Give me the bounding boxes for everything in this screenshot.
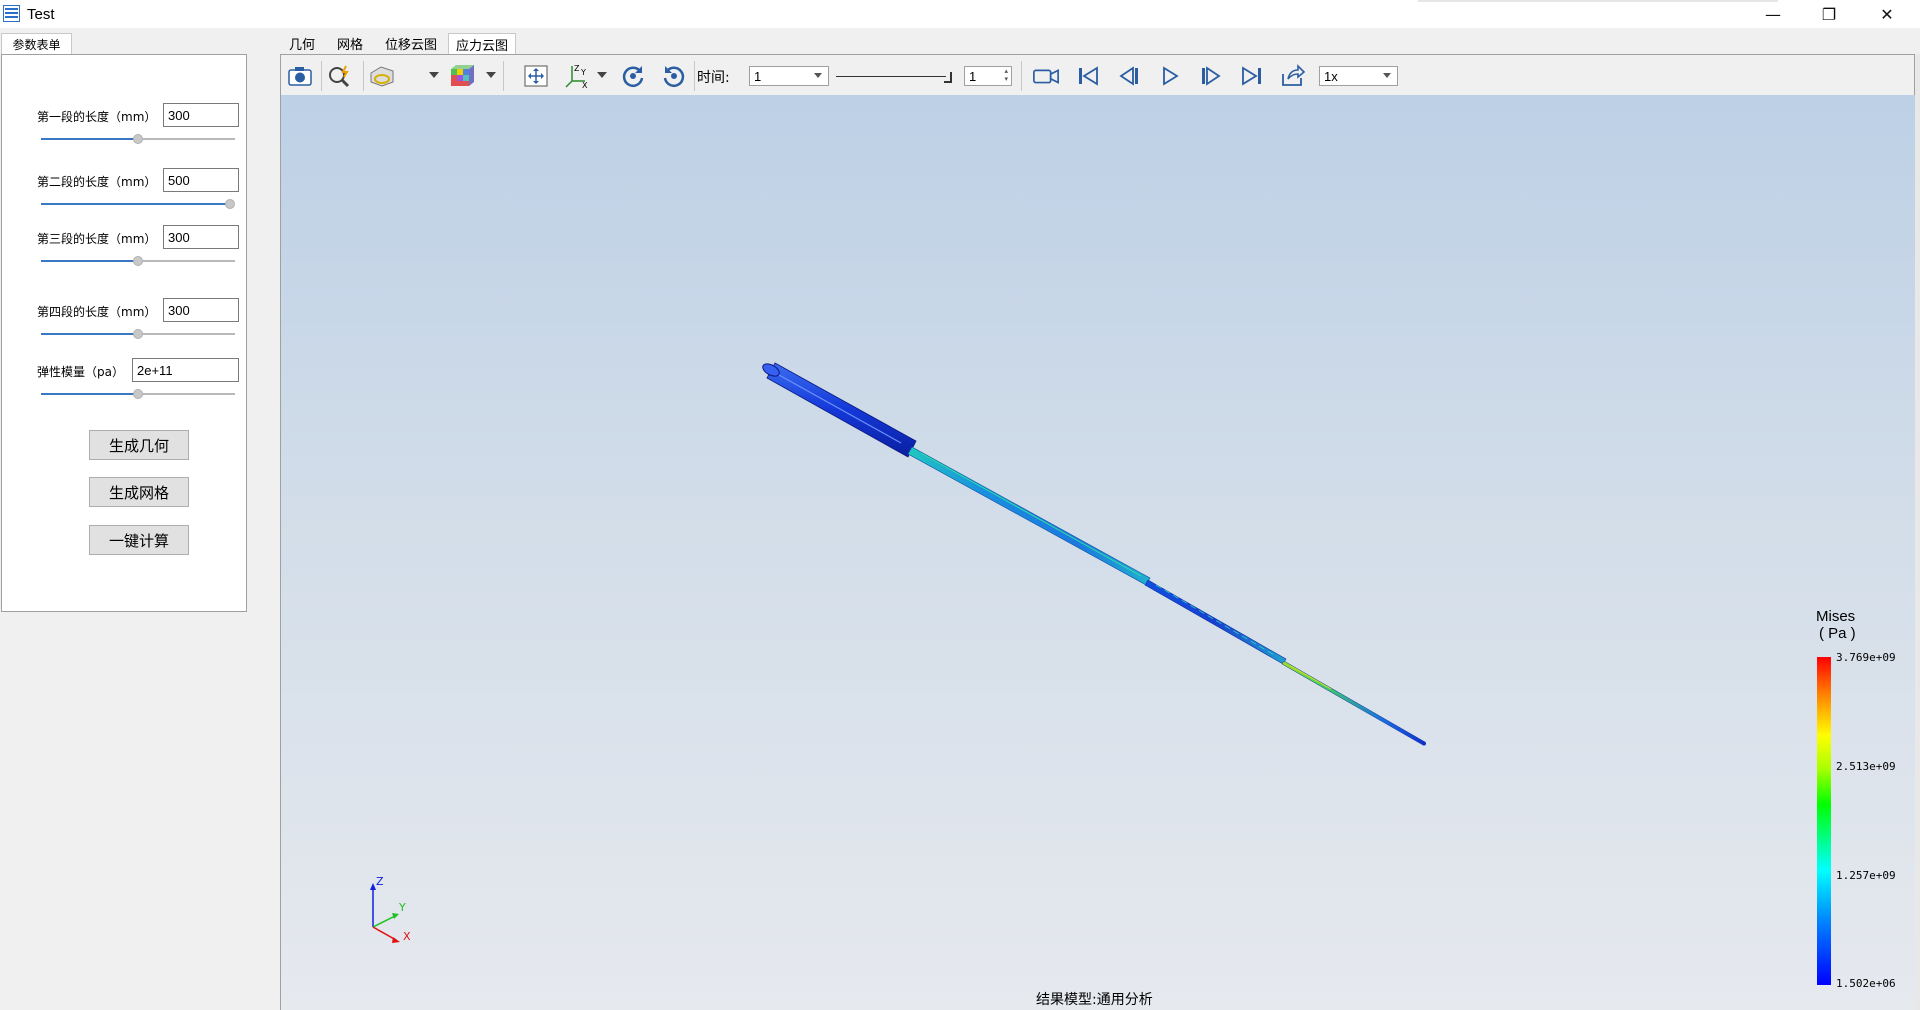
chevron-down-icon <box>814 73 822 78</box>
slider-thumb[interactable] <box>133 389 143 399</box>
toolbar-separator <box>1021 61 1022 91</box>
svg-text:X: X <box>582 81 588 89</box>
time-label: 时间: <box>697 70 730 86</box>
3d-viewport[interactable]: Z Y X Mises ( Pa ) 3.769e+09 2.513e+09 1… <box>280 95 1915 1010</box>
legend-value-max: 3.769e+09 <box>1836 651 1896 664</box>
param-slider-4[interactable] <box>41 329 235 339</box>
title-bar: Test — ❐ ✕ <box>0 0 1920 28</box>
zoom-icon[interactable] <box>326 63 354 89</box>
param-input-2[interactable]: 500 <box>163 168 239 192</box>
slider-thumb[interactable] <box>133 329 143 339</box>
shaft-segment-3 <box>1144 579 1287 665</box>
param-input-3[interactable]: 300 <box>163 225 239 249</box>
window-title: Test <box>27 6 55 23</box>
time-select-value: 1 <box>754 68 762 84</box>
param-label-5: 弹性模量（pa） <box>37 365 124 379</box>
render-mode-icon[interactable] <box>447 63 475 89</box>
close-button[interactable]: ✕ <box>1858 0 1916 28</box>
scrollbar[interactable] <box>1915 54 1920 1010</box>
tab-param-form[interactable]: 参数表单 <box>1 33 72 54</box>
param-label-4: 第四段的长度（mm） <box>37 305 157 319</box>
toolbar-separator <box>363 61 364 91</box>
toolbar-separator <box>321 61 322 91</box>
frame-spinbox[interactable]: 1 ▴ ▾ <box>964 66 1012 86</box>
spin-arrows-icon[interactable]: ▴ ▾ <box>1004 68 1008 84</box>
axis-view-icon[interactable]: ZYX <box>563 63 591 89</box>
tab-mesh[interactable]: 网格 <box>331 33 369 54</box>
export-icon[interactable] <box>1279 63 1307 89</box>
axis-label-x: X <box>403 930 411 943</box>
param-form-panel: 第一段的长度（mm） 300 第二段的长度（mm） 500 第三段的长度（mm）… <box>1 54 247 612</box>
generate-mesh-button[interactable]: 生成网格 <box>89 477 189 507</box>
axis-triad: Z Y X <box>370 875 411 943</box>
toolbar: ZYX 时间: 1 1 ▴ ▾ 1x <box>280 54 1915 95</box>
tab-displacement[interactable]: 位移云图 <box>379 33 443 54</box>
tab-geometry[interactable]: 几何 <box>283 33 321 54</box>
decor-divider <box>1418 0 1778 2</box>
rotate-ccw-icon[interactable] <box>660 63 688 89</box>
speed-select[interactable]: 1x <box>1319 66 1398 86</box>
minimize-button[interactable]: — <box>1744 0 1802 28</box>
compute-button[interactable]: 一键计算 <box>89 525 189 555</box>
tab-stress[interactable]: 应力云图 <box>448 33 516 54</box>
chevron-down-icon[interactable] <box>429 72 439 78</box>
param-slider-3[interactable] <box>41 256 235 266</box>
param-input-1[interactable]: 300 <box>163 103 239 127</box>
section-view-icon[interactable] <box>368 63 396 89</box>
color-legend-bar <box>1817 657 1831 985</box>
model-caption: 结果模型:通用分析 <box>1036 992 1153 1008</box>
time-slider[interactable] <box>836 72 956 84</box>
last-frame-icon[interactable] <box>1238 63 1266 89</box>
record-video-icon[interactable] <box>1032 63 1060 89</box>
maximize-button[interactable]: ❐ <box>1800 0 1858 28</box>
shaft-segment-1 <box>762 362 917 458</box>
generate-geometry-button[interactable]: 生成几何 <box>89 430 189 460</box>
chevron-down-icon <box>1383 73 1391 78</box>
speed-select-value: 1x <box>1324 68 1338 84</box>
chevron-down-icon[interactable] <box>597 72 607 78</box>
stress-model[interactable] <box>281 95 1916 1010</box>
param-label-1: 第一段的长度（mm） <box>37 110 157 124</box>
rotate-cw-icon[interactable] <box>619 63 647 89</box>
shaft-segment-2 <box>907 446 1151 586</box>
camera-icon[interactable] <box>286 63 314 89</box>
param-slider-2[interactable] <box>41 199 235 209</box>
axis-label-y: Y <box>398 901 406 914</box>
legend-unit: ( Pa ) <box>1819 625 1856 642</box>
legend-value-3: 1.257e+09 <box>1836 869 1896 882</box>
toolbar-separator <box>694 61 695 91</box>
fit-view-icon[interactable] <box>522 63 550 89</box>
shaft-segment-4 <box>1281 660 1426 746</box>
frame-spinbox-value: 1 <box>969 68 977 84</box>
time-select[interactable]: 1 <box>749 66 829 86</box>
legend-title: Mises <box>1816 608 1856 625</box>
param-label-2: 第二段的长度（mm） <box>37 175 157 189</box>
svg-text:Z: Z <box>574 64 580 73</box>
param-input-5[interactable]: 2e+11 <box>132 358 239 382</box>
prev-frame-icon[interactable] <box>1115 63 1143 89</box>
slider-thumb[interactable] <box>133 256 143 266</box>
legend-value-min: 1.502e+06 <box>1836 977 1896 990</box>
param-label-3: 第三段的长度（mm） <box>37 232 157 246</box>
first-frame-icon[interactable] <box>1074 63 1102 89</box>
axis-label-z: Z <box>376 875 384 888</box>
app-icon <box>3 5 20 22</box>
next-frame-icon[interactable] <box>1197 63 1225 89</box>
param-slider-1[interactable] <box>41 134 235 144</box>
legend-value-2: 2.513e+09 <box>1836 760 1896 773</box>
slider-thumb[interactable] <box>225 199 235 209</box>
play-icon[interactable] <box>1156 63 1184 89</box>
slider-thumb[interactable] <box>133 134 143 144</box>
svg-text:Y: Y <box>580 68 586 77</box>
slider-thumb[interactable] <box>944 72 952 83</box>
toolbar-separator <box>503 61 504 91</box>
param-slider-5[interactable] <box>41 389 235 399</box>
chevron-down-icon[interactable] <box>486 72 496 78</box>
param-input-4[interactable]: 300 <box>163 298 239 322</box>
